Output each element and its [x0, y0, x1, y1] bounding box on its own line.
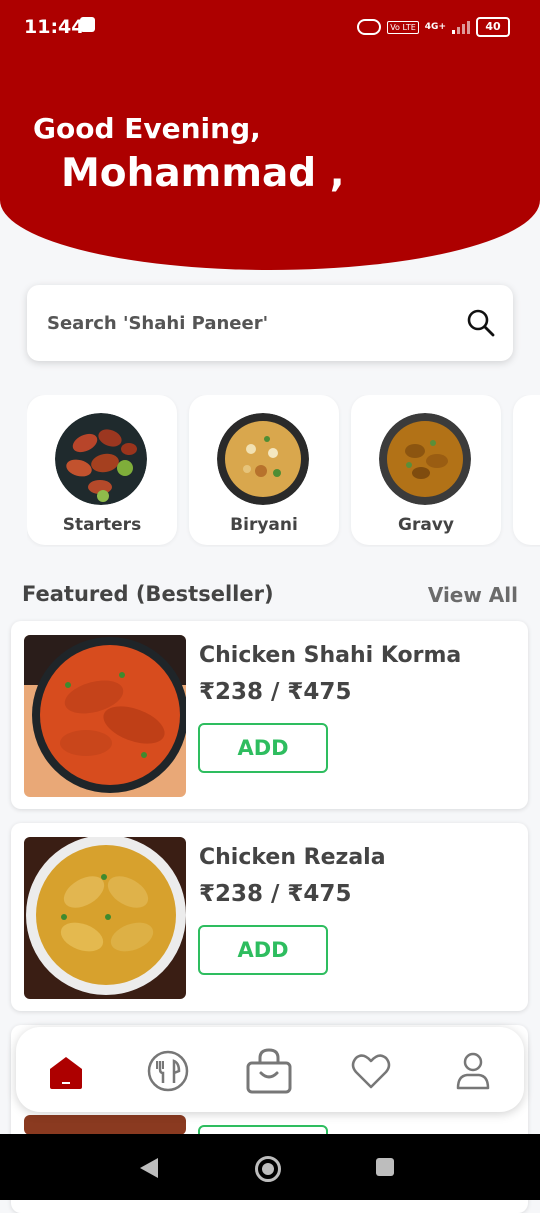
- product-price: ₹238 / ₹475: [199, 679, 352, 705]
- biryani-image: [217, 413, 309, 505]
- system-nav-bar: [0, 1134, 540, 1200]
- hotspot-icon: [357, 19, 382, 35]
- search-input[interactable]: Search 'Shahi Paneer': [47, 313, 268, 334]
- status-bar: 11:44 Vo LTE 4G+ 40: [0, 0, 540, 56]
- heart-icon[interactable]: [347, 1047, 395, 1095]
- home-circle-icon[interactable]: [255, 1156, 281, 1182]
- signal-icon: [452, 20, 470, 34]
- status-time: 11:44: [24, 16, 85, 38]
- volte-badge: Vo LTE: [387, 20, 419, 34]
- product-card[interactable]: Chicken Rezala ₹238 / ₹475 ADD: [11, 823, 528, 1011]
- search-icon[interactable]: [465, 307, 497, 339]
- home-icon[interactable]: [42, 1047, 90, 1095]
- category-label: Starters: [62, 515, 142, 535]
- category-label: Gravy: [398, 515, 454, 535]
- starters-image: [55, 413, 147, 505]
- section-title: Featured (Bestseller): [22, 582, 274, 606]
- menu-icon[interactable]: [144, 1047, 192, 1095]
- product-name: Chicken Shahi Korma: [199, 643, 462, 668]
- gravy-image: [379, 413, 471, 505]
- greeting-text: Good Evening,: [33, 112, 261, 145]
- view-all-link[interactable]: View All: [428, 583, 518, 607]
- product-name: Chicken Rezala: [199, 845, 386, 870]
- add-button[interactable]: ADD: [198, 925, 328, 975]
- search-bar[interactable]: Search 'Shahi Paneer': [27, 285, 513, 361]
- add-button[interactable]: ADD: [198, 723, 328, 773]
- status-icons: Vo LTE 4G+ 40: [357, 17, 510, 37]
- product-card[interactable]: Chicken Shahi Korma ₹238 / ₹475 ADD: [11, 621, 528, 809]
- category-gravy[interactable]: Gravy: [351, 395, 501, 545]
- product-price: ₹238 / ₹475: [199, 881, 352, 907]
- network-type: 4G+: [424, 22, 446, 32]
- user-name: Mohammad ,: [61, 151, 345, 196]
- battery-icon: 40: [476, 17, 510, 37]
- back-icon[interactable]: [140, 1158, 158, 1178]
- product-image: [24, 1115, 186, 1135]
- category-partial[interactable]: [513, 395, 540, 545]
- category-list: Starters Biryani Gravy: [27, 395, 540, 547]
- bottom-navigation: [16, 1027, 524, 1112]
- recents-icon[interactable]: [376, 1158, 394, 1176]
- product-image: [24, 837, 186, 999]
- product-image: [24, 635, 186, 797]
- profile-icon[interactable]: [449, 1047, 497, 1095]
- notification-icon: [80, 17, 95, 32]
- category-label: Biryani: [230, 515, 298, 535]
- category-starters[interactable]: Starters: [27, 395, 177, 545]
- category-biryani[interactable]: Biryani: [189, 395, 339, 545]
- bag-icon[interactable]: [245, 1047, 293, 1095]
